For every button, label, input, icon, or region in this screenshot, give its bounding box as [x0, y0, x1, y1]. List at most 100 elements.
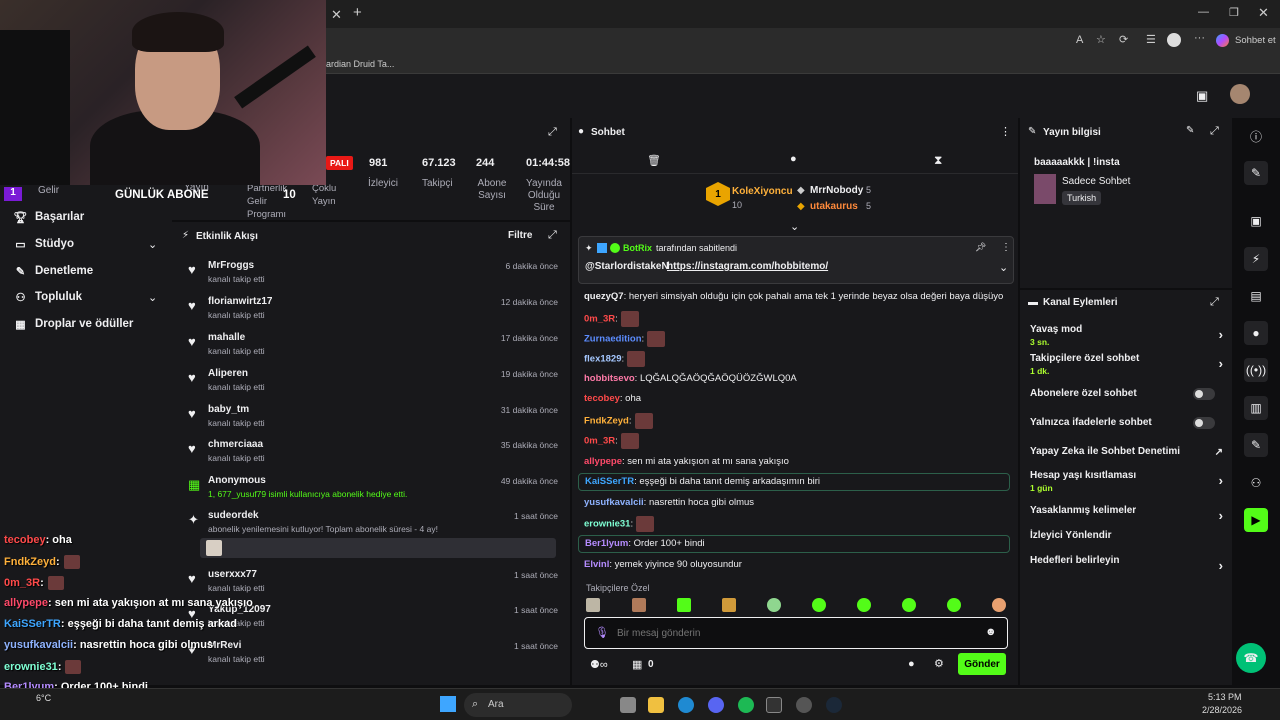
chat-username[interactable]: 0m_3R [584, 436, 615, 447]
channel-action-row[interactable]: Abonelere özel sohbet [1030, 388, 1225, 400]
category-thumbnail[interactable] [1034, 174, 1056, 204]
chat-message[interactable]: Elvinl: yemek yiyince 90 oluyosundur [584, 559, 742, 570]
feed-username[interactable]: Anonymous [208, 475, 266, 486]
gear-icon[interactable]: ⚙︎ [934, 657, 944, 670]
discord-icon[interactable] [708, 697, 724, 713]
channel-action-row[interactable]: İzleyici Yönlendir [1030, 530, 1225, 541]
clock-date[interactable]: 2/28/2026 [1202, 705, 1242, 715]
chat-message[interactable]: allypepe: sen mi ata yakışıon at mı sana… [584, 456, 789, 467]
chat-username[interactable]: flex1829 [584, 354, 622, 365]
feed-username[interactable]: mahalle [208, 332, 245, 343]
feed-row[interactable]: ♥ florianwirtz17 kanalı takip etti 12 dakik… [180, 296, 564, 326]
chevron-right-icon[interactable]: › [1219, 508, 1223, 523]
feed-username[interactable]: baby_tm [208, 404, 249, 415]
channel-action-row[interactable]: Yasaklanmış kelimeler › [1030, 505, 1225, 523]
chat-username[interactable]: tecobey [584, 393, 620, 404]
chat-message[interactable]: FndkZeyd: [584, 413, 653, 429]
feed-row[interactable]: ♥ Aliperen kanalı takip etti 19 dakika önce [180, 368, 564, 398]
info-icon[interactable]: ⓘ [1244, 124, 1268, 148]
feed-row[interactable]: ♥ MrRevi kanalı takip etti 1 saat önce [180, 640, 564, 670]
popout-icon[interactable]: ⤢ [548, 126, 557, 139]
more-vertical-icon[interactable]: ⋮ [1000, 125, 1011, 138]
nav-studio[interactable]: ▭ Stüdyo [14, 238, 74, 251]
chat-input-box[interactable]: 🎙︎ ☻ [584, 617, 1008, 649]
popout-icon[interactable]: ⤢ [1210, 125, 1219, 138]
more-vertical-icon[interactable]: ⋮ [1001, 242, 1011, 253]
chat-message[interactable]: Zurnaedition: [584, 331, 666, 347]
emote-item[interactable] [947, 598, 961, 612]
feed-row[interactable]: ▦ Anonymous 1, 677_yusuf79 isimli kullanıc… [180, 475, 564, 505]
wrench-icon[interactable]: ✎ [1244, 433, 1268, 457]
chat-username[interactable]: erownie31 [584, 519, 630, 530]
chat-message[interactable]: hobbitsevo: LQĞALQĞAÖQĞAÖQÜÖZĞWLQ0A [584, 373, 797, 384]
emote-item[interactable] [586, 598, 600, 612]
folder-icon[interactable] [648, 697, 664, 713]
popout-icon[interactable]: ⤢ [1210, 296, 1219, 309]
copilot-icon[interactable] [1216, 34, 1229, 47]
support-icon[interactable]: ☎ [1236, 643, 1266, 673]
pinned-mention[interactable]: @StarlordistakeN [585, 261, 669, 272]
feed-row[interactable]: ♥ mahalle kanalı takip etti 17 dakika önce [180, 332, 564, 362]
copilot-label[interactable]: Sohbet et [1235, 35, 1276, 46]
nav-drops[interactable]: ▦ Droplar ve ödüller [14, 318, 133, 331]
close-tab-icon[interactable]: ✕ [331, 7, 342, 23]
popout-icon[interactable]: ⤢ [548, 229, 557, 242]
channel-action-row[interactable]: Hesap yaşı kısıtlaması 1 gün › [1030, 470, 1225, 493]
document-icon[interactable]: ▤ [1244, 284, 1268, 308]
window-close-icon[interactable]: ✕ [1258, 5, 1269, 21]
gift-icon[interactable]: ▦ [632, 658, 642, 671]
nav-community[interactable]: ⚇ Topluluk [14, 291, 83, 304]
clock-time[interactable]: 5:13 PM [1208, 692, 1242, 702]
chat-username[interactable]: quezyQ7 [584, 291, 624, 302]
weather-temp[interactable]: 6°C [36, 693, 51, 703]
emote-item[interactable] [812, 598, 826, 612]
emote-item[interactable] [677, 598, 691, 612]
app-icon[interactable] [620, 697, 636, 713]
emote-item[interactable] [767, 598, 781, 612]
layout-icon[interactable]: ▥ [1244, 396, 1268, 420]
feed-row[interactable]: ♥ userxxx77 kanalı takip etti 1 saat önce [180, 569, 564, 599]
pencil-icon[interactable]: ✎ [1244, 161, 1268, 185]
chevron-right-icon[interactable]: › [1219, 473, 1223, 488]
read-aloud-icon[interactable]: A [1076, 34, 1083, 46]
chevron-down-icon[interactable]: ⌄ [999, 261, 1008, 274]
favorites-icon[interactable]: ☰ [1146, 33, 1156, 46]
chat-message[interactable]: KaiSSerTR: eşşeği bi daha tanıt demiş ar… [578, 473, 1010, 491]
refresh-icon[interactable]: ⟳ [1119, 33, 1128, 46]
emote-item[interactable] [632, 598, 646, 612]
maximize-icon[interactable]: ❐ [1229, 6, 1239, 19]
emote-item[interactable] [722, 598, 736, 612]
chevron-down-icon[interactable]: ⌄ [148, 291, 157, 304]
taskbar-search[interactable]: ⌕ Ara [464, 693, 572, 717]
top-gifter-3[interactable]: utakaurus [810, 201, 858, 212]
channel-points-icon[interactable]: ⚉∞ [590, 658, 608, 671]
feed-username[interactable]: userxxx77 [208, 569, 257, 580]
feed-row[interactable]: ♥ MrFroggs kanalı takip etti 6 dakika önce [180, 260, 564, 290]
chat-message[interactable]: Ber1lyum: Order 100+ bindi [578, 535, 1010, 553]
feed-username[interactable]: MrFroggs [208, 260, 254, 271]
emoji-icon[interactable]: ☻ [985, 626, 997, 638]
channel-action-row[interactable]: Yapay Zeka ile Sohbet Denetimi ↗ [1030, 446, 1225, 458]
obs-icon[interactable] [796, 697, 812, 713]
trash-icon[interactable]: 🗑︎ [647, 154, 661, 167]
pinned-link[interactable]: https://instagram.com/hobbitemo/ [667, 261, 828, 272]
chat-username[interactable]: Elvinl [584, 559, 609, 570]
edge-icon[interactable] [678, 697, 694, 713]
hourglass-icon[interactable]: ⧗ [934, 153, 942, 168]
user-avatar[interactable] [1230, 84, 1250, 104]
feed-row[interactable]: ✦ sudeordek abonelik yenilemesini kutluyor… [180, 510, 564, 562]
minimize-icon[interactable]: — [1198, 6, 1209, 18]
toggle-switch[interactable] [1193, 417, 1215, 429]
chat-icon[interactable]: ● [1244, 321, 1268, 345]
top-gifter-1[interactable]: KoleXiyoncu [732, 186, 793, 197]
more-icon[interactable]: ··· [1194, 32, 1205, 44]
chat-message[interactable]: quezyQ7: heryeri simsiyah olduğu için ço… [584, 291, 1003, 302]
mode-icon[interactable]: ▣ [1196, 88, 1208, 104]
toggle-switch[interactable] [1193, 388, 1215, 400]
bookmark-item[interactable]: ardian Druid Ta... [326, 59, 394, 69]
feed-username[interactable]: chmerciaaa [208, 439, 263, 450]
new-tab-icon[interactable]: + [353, 4, 362, 21]
chat-username[interactable]: 0m_3R [584, 314, 615, 325]
feed-row[interactable]: ♥ baby_tm kanalı takip etti 31 dakika önce [180, 404, 564, 434]
chat-settings-icon[interactable]: ● [908, 658, 915, 670]
